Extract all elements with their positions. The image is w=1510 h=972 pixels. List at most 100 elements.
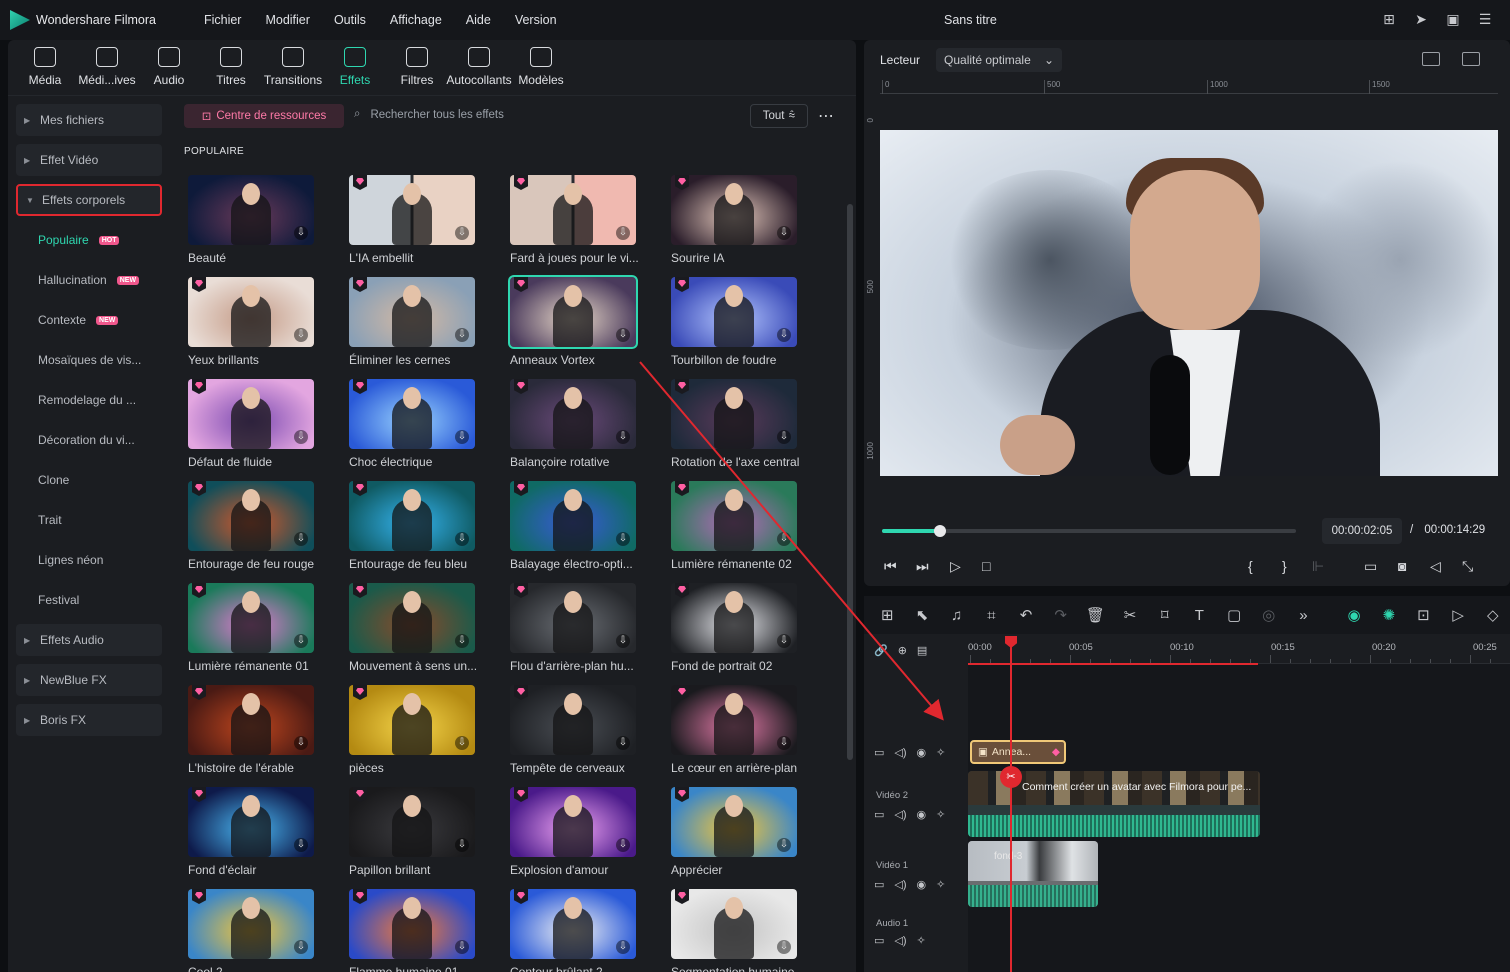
audio-mute-icon[interactable]: ◁ [1430,558,1441,575]
download-icon[interactable]: ⇩ [294,430,308,444]
send-icon[interactable]: ➤ [1412,10,1430,28]
toolbar-music-note[interactable]: Audio [138,39,200,95]
effect-thumbnail[interactable]: ⇩ [671,583,797,653]
effect-thumbnail[interactable]: ⇩ [671,481,797,551]
download-icon[interactable]: ⇩ [294,226,308,240]
effect-thumbnail[interactable]: ⇩ [349,685,475,755]
record-icon[interactable]: ⊡ [1406,606,1441,624]
effect-thumbnail[interactable]: ⇩ [510,583,636,653]
effect-clip[interactable]: ▣ Annea... ◆ [970,740,1066,764]
effect-thumbnail[interactable]: ⇩ [510,685,636,755]
effect-thumbnail[interactable]: ⇩ [349,787,475,857]
scissors-icon[interactable]: ✂ [1113,606,1148,624]
effect-thumbnail[interactable]: ⇩ [671,277,797,347]
delete-icon[interactable]: 🗑 [1078,606,1113,624]
download-icon[interactable]: ⇩ [294,532,308,546]
download-icon[interactable]: ⇩ [777,226,791,240]
toolbar-media[interactable]: Média [14,39,76,95]
download-icon[interactable]: ⇩ [777,736,791,750]
menu-item[interactable]: Modifier [253,13,321,27]
eye-icon[interactable]: ◉ [917,746,927,759]
effect-thumbnail[interactable]: ⇩ [188,787,314,857]
download-icon[interactable]: ⇩ [616,634,630,648]
layout-icon[interactable]: ⊞ [870,606,905,624]
sidebar-item[interactable]: Trait [16,504,162,536]
folder-icon[interactable]: ▭ [874,878,884,891]
download-icon[interactable]: ⇩ [616,532,630,546]
speed-icon[interactable]: ◎ [1251,606,1286,624]
search-input[interactable]: Rechercher tous les effets [370,109,503,121]
effect-thumbnail[interactable]: ⇩ [188,481,314,551]
folder-icon[interactable]: ▭ [874,934,884,947]
camera-icon[interactable]: ◙ [1398,558,1406,574]
undo-icon[interactable]: ↶ [1009,606,1044,624]
play-timeline-icon[interactable]: ▷ [1441,606,1476,624]
download-icon[interactable]: ⇩ [455,226,469,240]
download-icon[interactable]: ⇩ [294,940,308,954]
effect-thumbnail[interactable]: ⇩ [671,685,797,755]
folder-icon[interactable]: ▭ [874,808,884,821]
prev-frame-icon[interactable]: ⏮ [884,558,897,575]
menu-item[interactable]: Fichier [192,13,254,27]
download-icon[interactable]: ⇩ [616,226,630,240]
effect-thumbnail[interactable]: ⇩ [349,583,475,653]
effect-thumbnail[interactable]: ⇩ [671,787,797,857]
text-icon[interactable]: T [1182,607,1217,624]
download-icon[interactable]: ⇩ [616,940,630,954]
transform-icon[interactable]: ⌑ [1147,606,1182,624]
sidebar-item[interactable]: ▶ Effets Audio [16,624,162,656]
folder-icon[interactable]: ▭ [874,746,884,759]
insert-icon[interactable]: ⊩ [1312,558,1324,575]
effects-scrollbar[interactable] [847,204,853,760]
effect-thumbnail[interactable]: ⇩ [188,175,314,245]
track-add-icon[interactable]: ▤ [917,644,927,657]
sidebar-item[interactable]: ▶ NewBlue FX [16,664,162,696]
effect-thumbnail[interactable]: ⇩ [188,685,314,755]
video1-clip[interactable]: fond-3 [968,841,1098,907]
download-icon[interactable]: ⇩ [616,430,630,444]
download-icon[interactable]: ⇩ [616,328,630,342]
download-icon[interactable]: ⇩ [455,736,469,750]
select-tool-icon[interactable]: ⬉ [905,606,940,624]
download-icon[interactable]: ⇩ [777,940,791,954]
sidebar-item[interactable]: Lignes néon [16,544,162,576]
download-icon[interactable]: ⇩ [294,634,308,648]
menu-item[interactable]: Version [503,13,569,27]
sidebar-item[interactable]: Remodelage du ... [16,384,162,416]
download-icon[interactable]: ⇩ [294,838,308,852]
sidebar-item[interactable]: Festival [16,584,162,616]
grid-view-icon[interactable] [1422,52,1440,66]
toolbar-template[interactable]: Modèles [510,39,572,95]
download-icon[interactable]: ⇩ [294,736,308,750]
toolbar-stock-media[interactable]: Médi...ives [76,39,138,95]
effect-thumbnail[interactable]: ⇩ [349,481,475,551]
more-options-icon[interactable]: ⋯ [818,106,835,126]
download-icon[interactable]: ⇩ [455,838,469,852]
play-icon[interactable]: ▷ [950,558,961,575]
speaker-icon[interactable]: ◁) [894,808,906,821]
download-icon[interactable]: ⇩ [455,430,469,444]
download-icon[interactable]: ⇩ [455,328,469,342]
download-icon[interactable]: ⇩ [455,940,469,954]
eye-icon[interactable]: ◉ [917,808,927,821]
effect-thumbnail[interactable]: ⇩ [510,481,636,551]
group-icon[interactable]: ⊕ [898,644,907,657]
sidebar-item[interactable]: ▶ Effet Vidéo [16,144,162,176]
feedback-icon[interactable]: ▣ [1444,10,1462,28]
ai-sparkle-icon[interactable]: ✺ [1371,606,1406,624]
sidebar-item[interactable]: Contexte NEW [16,304,162,336]
effect-thumbnail[interactable]: ⇩ [510,175,636,245]
download-icon[interactable]: ⇩ [455,532,469,546]
speaker-icon[interactable]: ◁) [894,934,906,947]
download-icon[interactable]: ⇩ [455,634,469,648]
magic-icon[interactable]: ✧ [917,934,926,947]
download-icon[interactable]: ⇩ [777,532,791,546]
ai-icon[interactable]: ◉ [1337,606,1372,624]
effect-thumbnail[interactable]: ⇩ [510,889,636,959]
effect-thumbnail[interactable]: ⇩ [508,275,638,349]
mark-in-icon[interactable]: { [1248,558,1253,574]
effect-thumbnail[interactable]: ⇩ [349,889,475,959]
redo-icon[interactable]: ↷ [1043,606,1078,624]
sidebar-item[interactable]: Mosaïques de vis... [16,344,162,376]
marker-icon[interactable]: ◇ [1475,606,1510,624]
